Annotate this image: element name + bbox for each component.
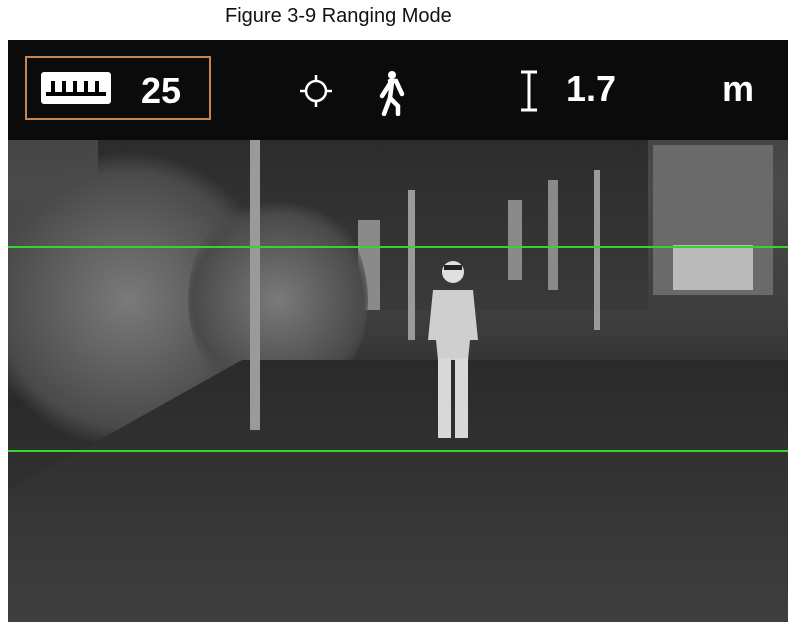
height-value: 1.7 <box>566 68 617 109</box>
crosshair-icon <box>300 75 332 107</box>
figure-caption: Figure 3-9 Ranging Mode <box>225 5 452 27</box>
ruler-icon <box>41 72 111 104</box>
walking-person-icon <box>379 71 405 116</box>
unit-label: m <box>722 68 755 109</box>
status-bar: 25 1.7 m <box>8 40 788 140</box>
zoom-indicator[interactable]: 25 <box>25 56 211 120</box>
height-icon <box>521 70 537 112</box>
thermal-view: 25 1.7 m <box>8 40 788 622</box>
pole <box>408 190 415 340</box>
zoom-value: 25 <box>141 70 182 111</box>
pole <box>594 170 600 330</box>
range-line-bottom[interactable] <box>8 450 788 452</box>
range-line-top[interactable] <box>8 246 788 248</box>
person <box>428 261 478 438</box>
pole <box>250 140 260 430</box>
building-right <box>653 145 773 295</box>
